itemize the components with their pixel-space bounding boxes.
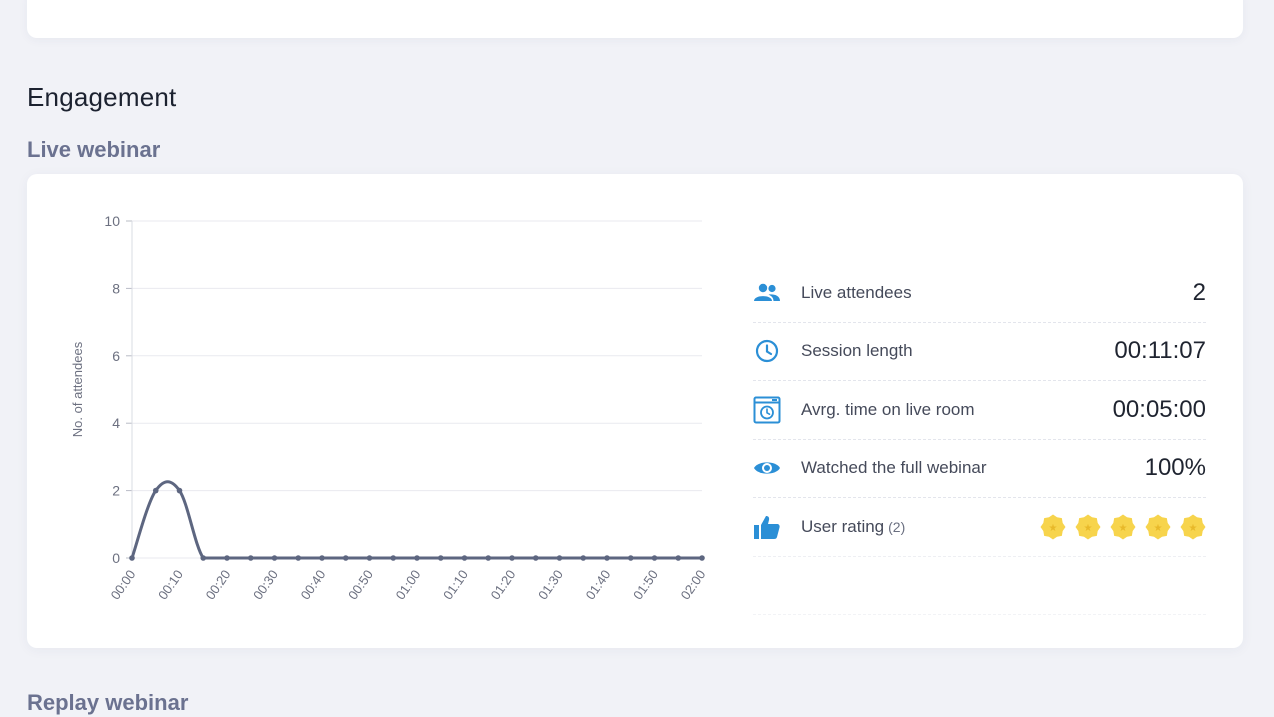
data-point: [390, 555, 397, 561]
data-point: [152, 487, 159, 494]
data-point: [485, 555, 492, 561]
x-tick-label: 00:10: [155, 567, 186, 602]
data-point: [247, 555, 254, 561]
attendees-chart: 0 2 4 6 8 10 No. of attendees 00:00 00:10 00:20 00…: [67, 204, 727, 624]
svg-text:★: ★: [1084, 523, 1093, 534]
y-tick-label: 4: [112, 415, 120, 431]
stat-label: User rating (2): [801, 517, 905, 537]
rating-star-icon: ★: [1075, 514, 1101, 540]
data-point: [651, 555, 658, 561]
stat-row-watched-full: Watched the full webinar 100%: [753, 440, 1206, 498]
y-tick-label: 6: [112, 348, 120, 364]
data-point: [176, 487, 183, 494]
page: Engagement Live webinar 0 2 4 6 8 10 No. of at…: [0, 0, 1274, 717]
live-room-timer-icon: [753, 396, 781, 424]
live-webinar-card: 0 2 4 6 8 10 No. of attendees 00:00 00:10 00:20 00…: [27, 174, 1243, 648]
stat-value: 100%: [1144, 454, 1206, 482]
x-tick-label: 01:20: [488, 567, 519, 602]
data-point: [604, 555, 610, 561]
x-tick-label: 01:00: [393, 567, 424, 602]
data-point: [224, 555, 230, 561]
x-tick-label: 00:00: [108, 567, 139, 602]
data-point: [319, 555, 325, 561]
data-point: [414, 555, 420, 561]
x-tick-label: 00:20: [203, 567, 234, 602]
x-tick-label: 00:30: [250, 567, 281, 602]
data-point: [200, 555, 207, 561]
data-point: [366, 555, 373, 561]
rating-star-icon: ★: [1040, 514, 1066, 540]
stat-label: Live attendees: [801, 282, 912, 302]
x-tick-label: 01:40: [583, 567, 614, 602]
live-webinar-title: Live webinar: [27, 137, 161, 162]
rating-count: (2): [888, 518, 906, 535]
rating-star-icon: ★: [1110, 514, 1136, 540]
stat-label: Session length: [801, 341, 913, 361]
rating-star-icon: ★: [1145, 514, 1171, 540]
replay-webinar-title: Replay webinar: [27, 690, 189, 715]
eye-icon: [753, 454, 781, 482]
stat-row-session-length: Session length 00:11:07: [753, 323, 1206, 381]
data-point: [699, 555, 705, 561]
stat-row-live-attendees: Live attendees 2: [753, 264, 1206, 323]
rating-stars: ★ ★ ★ ★ ★: [1040, 514, 1206, 540]
data-point: [580, 555, 587, 561]
stat-value: 00:05:00: [1112, 395, 1206, 423]
stat-row-avg-time-live-room: Avrg. time on live room 00:05:00: [753, 381, 1206, 440]
x-tick-label: 00:40: [298, 567, 329, 602]
stat-label: Avrg. time on live room: [801, 399, 975, 419]
data-point: [295, 555, 302, 561]
data-point: [627, 555, 634, 561]
thumbs-up-icon: [753, 513, 781, 541]
y-tick-label: 0: [112, 550, 120, 566]
x-tick-label: 01:30: [535, 567, 566, 602]
previous-card: [27, 0, 1243, 38]
rating-star-icon: ★: [1180, 514, 1206, 540]
stat-value: 00:11:07: [1114, 337, 1206, 365]
data-point: [271, 555, 278, 561]
stat-value: 2: [1192, 278, 1206, 306]
stat-label: Watched the full webinar: [801, 458, 987, 478]
x-tick-label: 02:00: [678, 567, 709, 602]
data-point: [532, 555, 539, 561]
users-icon: [753, 279, 781, 307]
y-axis-label: No. of attendees: [70, 341, 85, 437]
clock-icon: [753, 337, 781, 365]
svg-text:★: ★: [1154, 523, 1163, 534]
data-point: [675, 555, 682, 561]
svg-text:★: ★: [1049, 523, 1058, 534]
y-tick-label: 8: [112, 280, 120, 296]
x-tick-label: 01:50: [630, 567, 661, 602]
x-tick-label: 01:10: [440, 567, 471, 602]
attendees-chart-svg: 0 2 4 6 8 10 No. of attendees 00:00 00:10 00:20 00…: [70, 213, 709, 602]
data-point: [437, 555, 444, 561]
svg-text:★: ★: [1189, 523, 1198, 534]
data-point: [461, 555, 468, 561]
y-tick-label: 10: [104, 213, 120, 229]
data-point: [129, 555, 135, 561]
stat-row-empty: [753, 557, 1206, 615]
data-point: [509, 555, 515, 561]
stat-label-text: User rating: [801, 516, 885, 536]
stats-list: Live attendees 2 Session length 00:11:07: [753, 264, 1206, 615]
x-tick-label: 00:50: [345, 567, 376, 602]
data-point: [342, 555, 349, 561]
svg-text:★: ★: [1119, 523, 1128, 534]
series-line: [130, 480, 702, 560]
y-tick-label: 2: [112, 483, 120, 499]
stat-row-user-rating: User rating (2) ★ ★ ★ ★ ★: [753, 498, 1206, 557]
section-title: Engagement: [27, 82, 177, 112]
data-point: [556, 555, 563, 561]
